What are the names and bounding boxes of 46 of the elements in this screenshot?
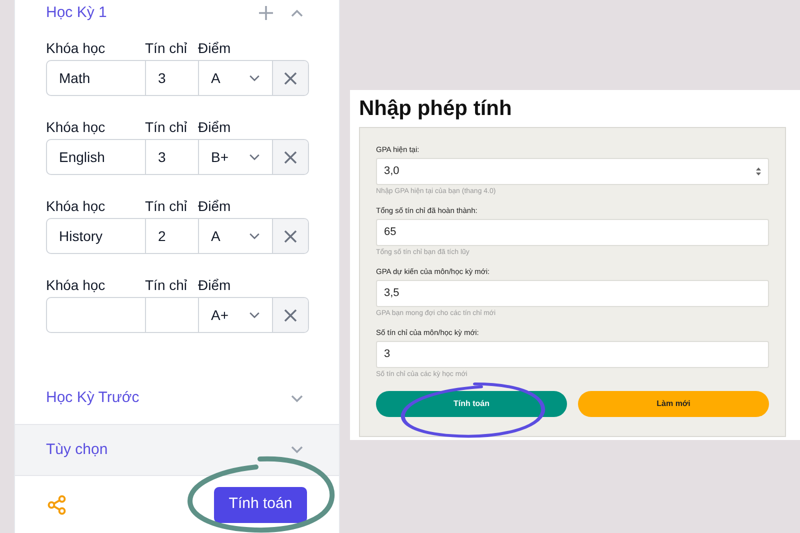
chevron-down-icon [249,74,260,82]
course-input[interactable]: History [47,219,146,253]
semester-title[interactable]: Học Kỳ 1 [46,2,107,24]
input-field[interactable]: 3 [376,341,769,368]
input-field[interactable]: 65 [376,219,769,246]
add-icon[interactable] [259,6,273,20]
remove-button[interactable] [273,140,308,174]
close-icon [284,230,297,242]
close-icon [284,72,297,84]
field-label: Điểm [198,196,231,216]
field-label: Tín chỉ [145,276,188,294]
chevron-down-icon [249,312,260,318]
reset-button[interactable]: Làm mới [578,391,769,417]
collapse-icon[interactable] [291,9,303,17]
calculate-button[interactable]: Tính toán [214,486,307,522]
remove-button[interactable] [273,219,308,253]
number-input[interactable]: 3,0 [376,158,769,185]
field-label: Khóa học [46,118,106,136]
remove-button[interactable] [273,298,308,332]
section-header[interactable]: Tùy chọn [15,424,339,475]
course-input[interactable]: English [47,140,146,174]
field-label: Tín chỉ [145,118,188,136]
credit-input[interactable]: 3 [146,61,199,95]
field-label: Khóa học [46,196,106,216]
field-label: Điểm [198,38,231,58]
input-field[interactable]: 3,5 [376,280,769,307]
field-label: Khóa học [46,276,106,294]
credit-input[interactable]: 3 [146,140,199,174]
chevron-down-icon [249,154,260,160]
chevron-icon[interactable] [291,394,303,402]
field-label: Tín chỉ [145,196,188,216]
field-label: Khóa học [46,38,106,58]
chevron-down-icon [249,232,260,240]
chevron-icon[interactable] [291,446,303,454]
close-icon [284,308,297,322]
field-label: Tín chỉ [145,38,188,58]
page-title: Nhập phép tính [359,96,513,122]
credit-input[interactable]: 2 [146,219,199,253]
remove-button[interactable] [273,61,308,95]
close-icon [284,150,297,164]
spinner-icon[interactable] [756,167,761,176]
course-input[interactable]: Math [47,61,146,95]
field-label: Điểm [198,276,231,294]
field-label: Điểm [198,118,231,136]
calculate-button[interactable]: Tính toán [376,391,567,417]
share-icon[interactable] [47,494,67,514]
